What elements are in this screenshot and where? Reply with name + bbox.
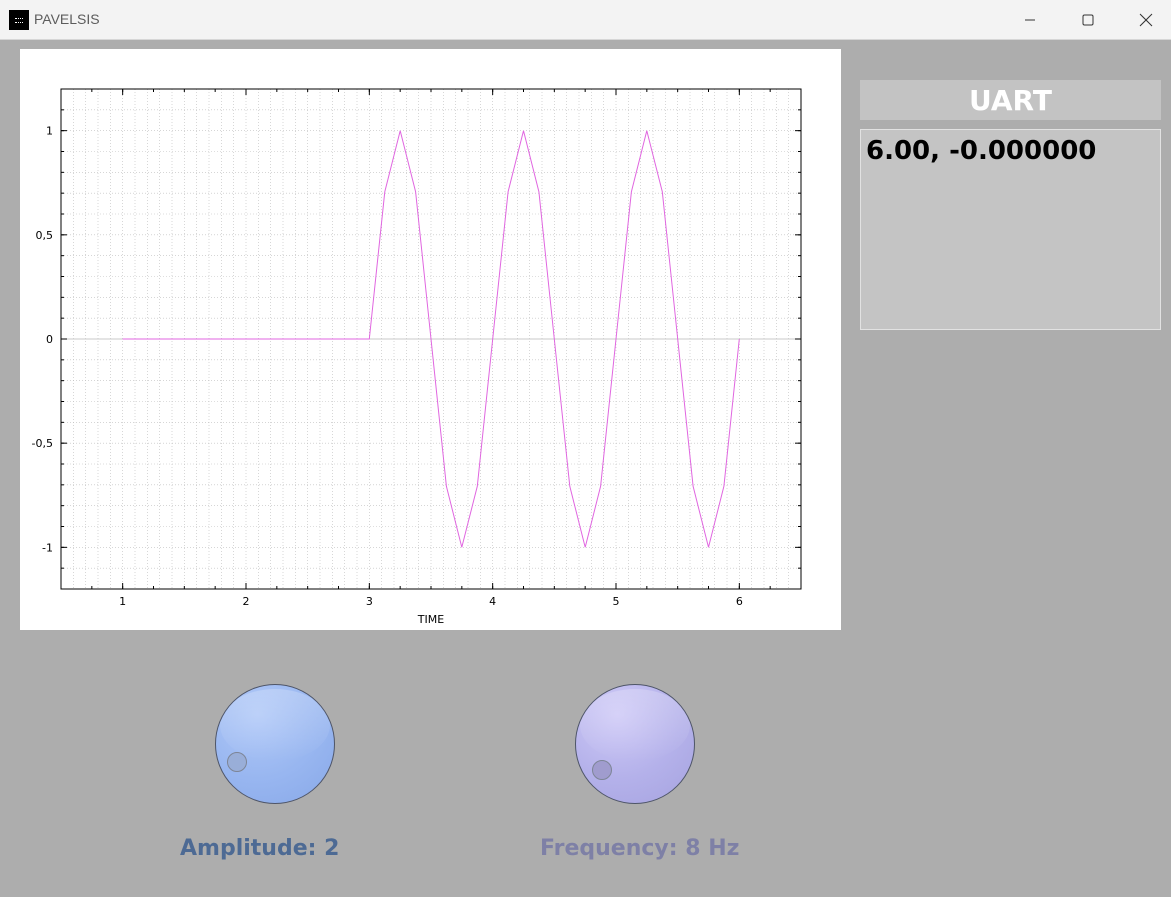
window-title: PAVELSIS — [34, 11, 100, 27]
uart-header: UART — [860, 80, 1161, 120]
x-axis-label: TIME — [417, 613, 444, 626]
frequency-label: Frequency: 8 Hz — [540, 836, 740, 861]
close-icon — [1139, 13, 1153, 26]
y-tick-label: 1 — [46, 125, 53, 138]
x-tick-label: 5 — [613, 595, 620, 608]
amplitude-knob[interactable] — [215, 684, 335, 804]
minimize-icon — [1025, 19, 1035, 20]
x-tick-label: 4 — [489, 595, 496, 608]
maximize-icon — [1082, 14, 1094, 25]
uart-value: 6.00, -0.000000 — [866, 136, 1097, 166]
y-tick-label: -0,5 — [32, 437, 53, 450]
knob-gloss — [220, 689, 330, 761]
x-tick-label: 2 — [243, 595, 250, 608]
y-tick-label: -1 — [42, 541, 53, 554]
x-tick-label: 3 — [366, 595, 373, 608]
frequency-knob[interactable] — [575, 684, 695, 804]
maximize-button[interactable] — [1059, 0, 1117, 39]
amplitude-knob-indicator — [227, 752, 247, 772]
y-tick-label: 0 — [46, 333, 53, 346]
title-bar: PAVELSIS — [0, 0, 1171, 40]
signal-plot: 1 2 3 4 5 6 1 0,5 0 -0,5 -1 TIME — [20, 49, 841, 630]
y-tick-label: 0,5 — [36, 229, 54, 242]
x-tick-label: 6 — [736, 595, 743, 608]
uart-output: 6.00, -0.000000 — [860, 129, 1161, 330]
close-button[interactable] — [1117, 0, 1171, 39]
app-icon — [9, 10, 29, 30]
x-tick-label: 1 — [119, 595, 126, 608]
frequency-knob-indicator — [592, 760, 612, 780]
knob-gloss — [580, 689, 690, 761]
minimize-button[interactable] — [1001, 0, 1059, 39]
amplitude-label: Amplitude: 2 — [180, 836, 340, 861]
plot-canvas: 1 2 3 4 5 6 1 0,5 0 -0,5 -1 TIME — [32, 88, 802, 626]
